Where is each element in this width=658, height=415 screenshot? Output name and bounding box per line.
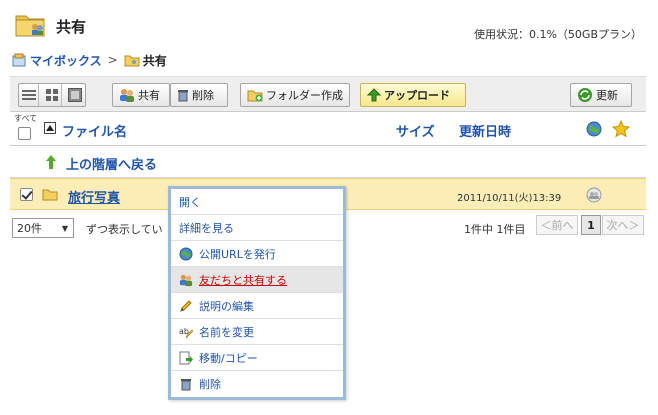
breadcrumb-separator: > bbox=[107, 53, 118, 67]
sort-up-icon bbox=[46, 125, 54, 131]
menu-item-edit-description[interactable]: 説明の編集 bbox=[171, 293, 343, 319]
column-header-date[interactable]: 更新日時 bbox=[459, 121, 511, 140]
breadcrumb: マイボックス > 共有 bbox=[12, 52, 167, 68]
menu-item-label: 説明の編集 bbox=[199, 299, 254, 313]
file-table-header: すべて ファイル名 サイズ 更新日時 bbox=[10, 112, 646, 146]
refresh-icon bbox=[578, 88, 592, 102]
grid-view-icon bbox=[45, 89, 58, 101]
thumbnail-view-button[interactable] bbox=[65, 84, 85, 106]
breadcrumb-mybox-link[interactable]: マイボックス bbox=[30, 52, 102, 69]
prev-page-button[interactable]: ＜前へ bbox=[536, 215, 578, 235]
select-all-label: すべて bbox=[14, 114, 38, 123]
sort-toggle[interactable] bbox=[44, 122, 56, 134]
menu-item-label: 開く bbox=[179, 195, 201, 209]
row-file-name[interactable]: 旅行写真 bbox=[68, 187, 120, 206]
next-page-button[interactable]: 次へ＞ bbox=[602, 215, 644, 235]
shared-folder-small-icon bbox=[124, 55, 140, 66]
menu-item-rename[interactable]: ab 名前を変更 bbox=[171, 319, 343, 345]
chevron-down-icon: ▼ bbox=[61, 223, 69, 233]
menu-item-delete[interactable]: 削除 bbox=[171, 371, 343, 397]
share-users-icon bbox=[179, 274, 193, 286]
menu-item-label: 名前を変更 bbox=[199, 325, 254, 339]
parent-folder-link[interactable]: 上の階層へ戻る bbox=[66, 154, 157, 173]
per-page-value: 20件 bbox=[17, 222, 42, 235]
public-globe-icon bbox=[586, 121, 602, 137]
new-folder-button-label: フォルダー作成 bbox=[266, 89, 343, 102]
list-view-icon bbox=[21, 90, 36, 100]
per-page-select[interactable]: 20件 ▼ bbox=[12, 218, 74, 238]
grid-view-button[interactable] bbox=[42, 84, 63, 106]
shared-folder-icon bbox=[15, 15, 45, 37]
rename-icon: ab bbox=[179, 327, 193, 338]
pencil-icon bbox=[180, 299, 192, 312]
menu-item-label: 削除 bbox=[199, 378, 221, 391]
page-title: 共有 bbox=[56, 18, 87, 36]
row-checkbox[interactable] bbox=[20, 188, 33, 201]
menu-item-label: 詳細を見る bbox=[179, 221, 234, 235]
row-share-status-icon[interactable] bbox=[586, 187, 602, 203]
result-count: 1件中 1件目 bbox=[464, 223, 526, 236]
menu-item-label: 移動/コピー bbox=[199, 351, 258, 365]
upload-button-label: アップロード bbox=[384, 89, 450, 102]
page-number[interactable]: 1 bbox=[581, 215, 601, 235]
delete-button-label: 削除 bbox=[192, 89, 214, 102]
menu-item-label: 公開URLを発行 bbox=[199, 247, 276, 261]
favorite-star-icon bbox=[612, 120, 630, 138]
folder-icon bbox=[42, 189, 58, 201]
menu-item-public-url[interactable]: 公開URLを発行 bbox=[171, 241, 343, 267]
menu-item-label: 友だちと共有する bbox=[199, 273, 287, 287]
view-mode-group bbox=[18, 83, 86, 107]
share-button-label: 共有 bbox=[138, 89, 160, 102]
trash-icon bbox=[178, 90, 188, 102]
globe-icon bbox=[179, 247, 193, 260]
share-users-icon bbox=[120, 89, 134, 102]
upload-arrow-icon bbox=[367, 88, 381, 102]
menu-item-share-with-friends[interactable]: 友だちと共有する bbox=[171, 267, 343, 293]
list-view-button[interactable] bbox=[19, 84, 40, 106]
row-updated-date: 2011/10/11(火)13:39 bbox=[457, 193, 562, 204]
parent-folder-row[interactable]: 上の階層へ戻る bbox=[10, 146, 646, 178]
refresh-button[interactable]: 更新 bbox=[570, 83, 632, 107]
upload-button[interactable]: アップロード bbox=[360, 83, 466, 107]
column-header-size[interactable]: サイズ bbox=[396, 121, 435, 140]
context-menu: 開く 詳細を見る 公開URLを発行 友だちと共有する 説明の編集 ab 名前を変… bbox=[168, 186, 346, 400]
refresh-button-label: 更新 bbox=[596, 89, 618, 102]
share-button[interactable]: 共有 bbox=[112, 83, 170, 107]
toolbar: 共有 削除 フォルダー作成 アップロード 更新 bbox=[10, 76, 646, 112]
breadcrumb-current: 共有 bbox=[142, 53, 167, 68]
thumbnail-view-icon bbox=[68, 88, 83, 102]
new-folder-button[interactable]: フォルダー作成 bbox=[240, 83, 350, 107]
menu-item-details[interactable]: 詳細を見る bbox=[171, 215, 343, 241]
new-folder-icon bbox=[247, 90, 263, 102]
per-page-suffix: ずつ表示してい bbox=[86, 223, 163, 236]
storage-usage: 使用状況：0.1%（50GBプラン） bbox=[473, 28, 642, 41]
move-copy-icon bbox=[179, 351, 193, 364]
menu-item-open[interactable]: 開く bbox=[171, 189, 343, 215]
select-all-checkbox[interactable] bbox=[18, 127, 31, 140]
menu-item-move-copy[interactable]: 移動/コピー bbox=[171, 345, 343, 371]
mybox-icon bbox=[12, 53, 26, 67]
up-arrow-icon bbox=[46, 155, 56, 169]
delete-button[interactable]: 削除 bbox=[170, 83, 228, 107]
column-header-name[interactable]: ファイル名 bbox=[62, 121, 127, 140]
trash-icon bbox=[181, 379, 191, 391]
